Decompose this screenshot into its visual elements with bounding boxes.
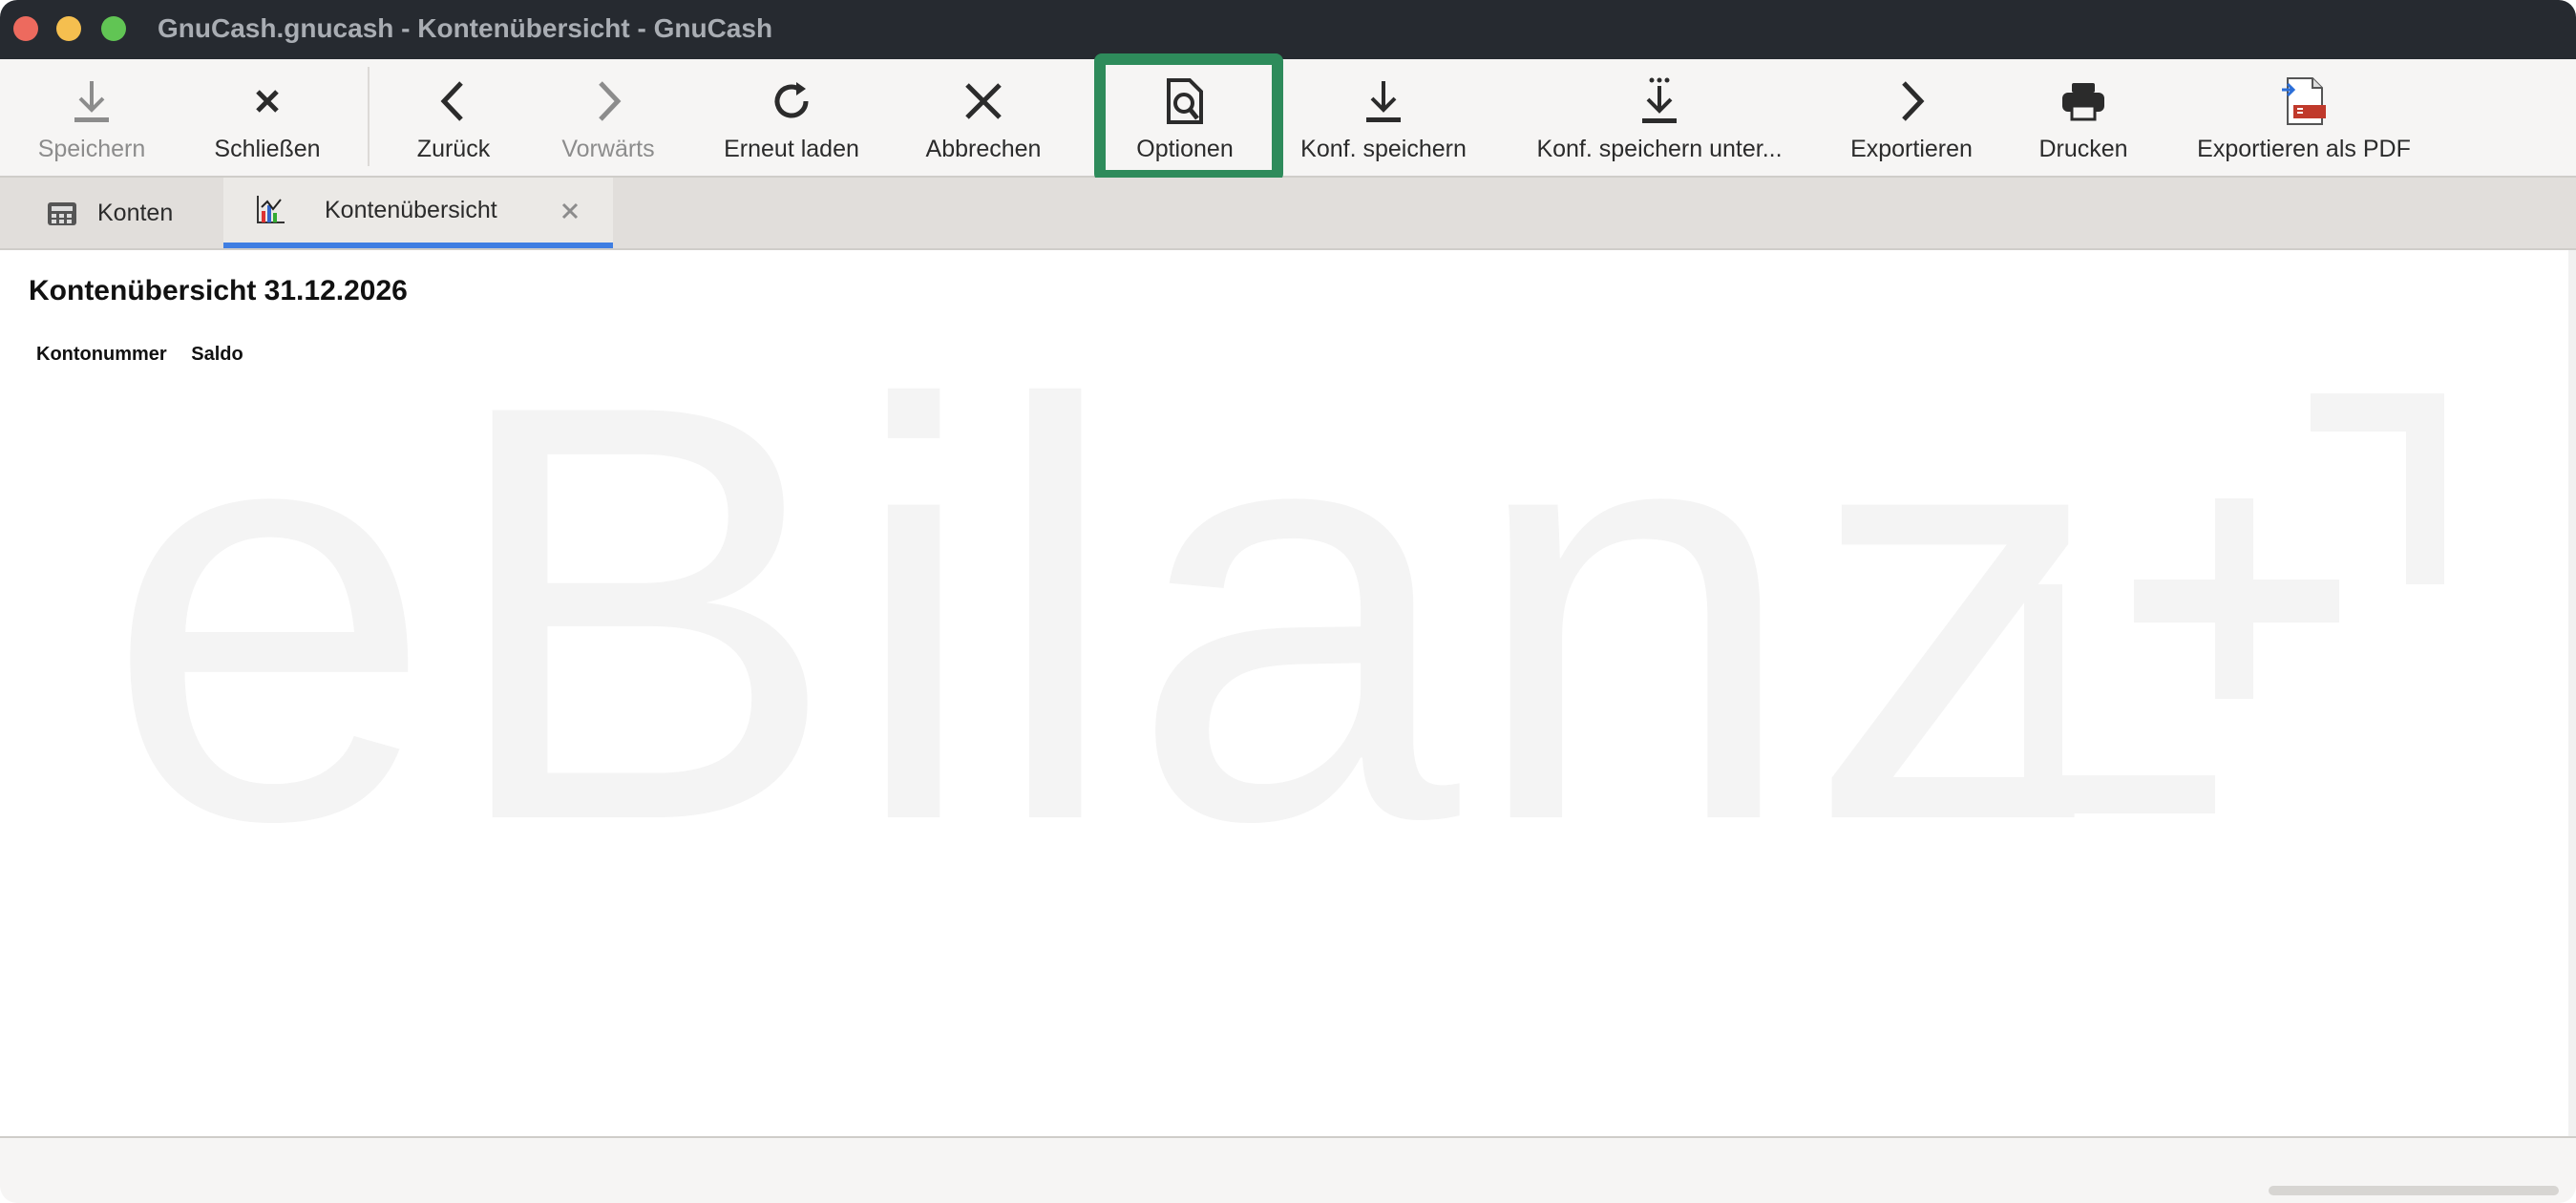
save-button[interactable]: Speichern <box>31 59 153 176</box>
tab-konten[interactable]: Konten <box>0 178 223 248</box>
export-label: Exportieren <box>1850 136 1973 162</box>
toolbar: Speichern Schließen Zurück Vorwärts Erne… <box>0 59 2576 178</box>
export-pdf-label: Exportieren als PDF <box>2197 136 2411 162</box>
report-column-headers: Kontonummer Saldo <box>36 344 263 366</box>
tab-konten-label: Konten <box>97 199 174 226</box>
toolbar-separator <box>368 67 370 166</box>
column-header-kontonummer: Kontonummer <box>36 344 167 365</box>
reload-label: Erneut laden <box>724 136 859 162</box>
download-icon <box>65 74 118 128</box>
zoom-window-button[interactable] <box>101 16 126 41</box>
close-icon <box>561 202 579 220</box>
column-header-saldo: Saldo <box>191 344 243 365</box>
save-label: Speichern <box>37 136 146 162</box>
save-config-as-label: Konf. speichern unter... <box>1536 136 1783 162</box>
report-view: eBilanz Kontenübersicht 31.12.2026 Konto… <box>0 250 2576 1136</box>
close-window-button[interactable] <box>13 16 38 41</box>
save-config-icon <box>1357 74 1410 128</box>
reload-icon <box>765 74 818 128</box>
close-label: Schließen <box>214 136 321 162</box>
tab-bar: Konten Kontenübersicht <box>0 178 2576 250</box>
save-config-button[interactable]: Konf. speichern <box>1299 59 1468 176</box>
report-chart-icon <box>257 196 285 223</box>
cancel-button[interactable]: Abbrechen <box>924 59 1043 176</box>
print-label: Drucken <box>2038 136 2128 162</box>
forward-label: Vorwärts <box>561 136 655 162</box>
close-report-button[interactable]: Schließen <box>208 59 327 176</box>
chevron-left-icon <box>427 74 480 128</box>
close-icon <box>241 74 294 128</box>
chevron-right-icon <box>1885 74 1938 128</box>
back-button[interactable]: Zurück <box>401 59 506 176</box>
close-tab-button[interactable] <box>556 197 584 225</box>
export-button[interactable]: Exportieren <box>1847 59 1976 176</box>
accounts-icon <box>48 202 76 225</box>
gnucash-window: GnuCash.gnucash - Kontenübersicht - GnuC… <box>0 0 2576 1203</box>
horizontal-scrollbar[interactable] <box>2269 1186 2559 1195</box>
print-button[interactable]: Drucken <box>2034 59 2133 176</box>
watermark-logo: eBilanz <box>105 283 2114 943</box>
report-title: Kontenübersicht 31.12.2026 <box>29 275 408 306</box>
watermark-plus-icon <box>2024 393 2444 813</box>
pdf-icon <box>2277 74 2331 128</box>
tab-kontenuebersicht[interactable]: Kontenübersicht <box>223 178 613 248</box>
reload-button[interactable]: Erneut laden <box>720 59 863 176</box>
printer-icon <box>2057 74 2110 128</box>
cancel-label: Abbrechen <box>925 136 1042 162</box>
status-bar <box>0 1136 2576 1203</box>
tab-kontenuebersicht-label: Kontenübersicht <box>325 196 497 223</box>
save-config-as-icon <box>1633 74 1686 128</box>
export-pdf-button[interactable]: Exportieren als PDF <box>2196 59 2412 176</box>
window-title: GnuCash.gnucash - Kontenübersicht - GnuC… <box>158 13 773 43</box>
cancel-icon <box>957 74 1010 128</box>
back-label: Zurück <box>416 136 491 162</box>
minimize-window-button[interactable] <box>56 16 81 41</box>
chevron-right-icon <box>581 74 635 128</box>
vertical-scrollbar[interactable] <box>2568 250 2576 1136</box>
save-config-as-button[interactable]: Konf. speichern unter... <box>1533 59 1785 176</box>
options-highlight-box <box>1094 53 1283 181</box>
title-bar: GnuCash.gnucash - Kontenübersicht - GnuC… <box>0 0 2576 59</box>
forward-button[interactable]: Vorwärts <box>552 59 665 176</box>
save-config-label: Konf. speichern <box>1300 136 1467 162</box>
